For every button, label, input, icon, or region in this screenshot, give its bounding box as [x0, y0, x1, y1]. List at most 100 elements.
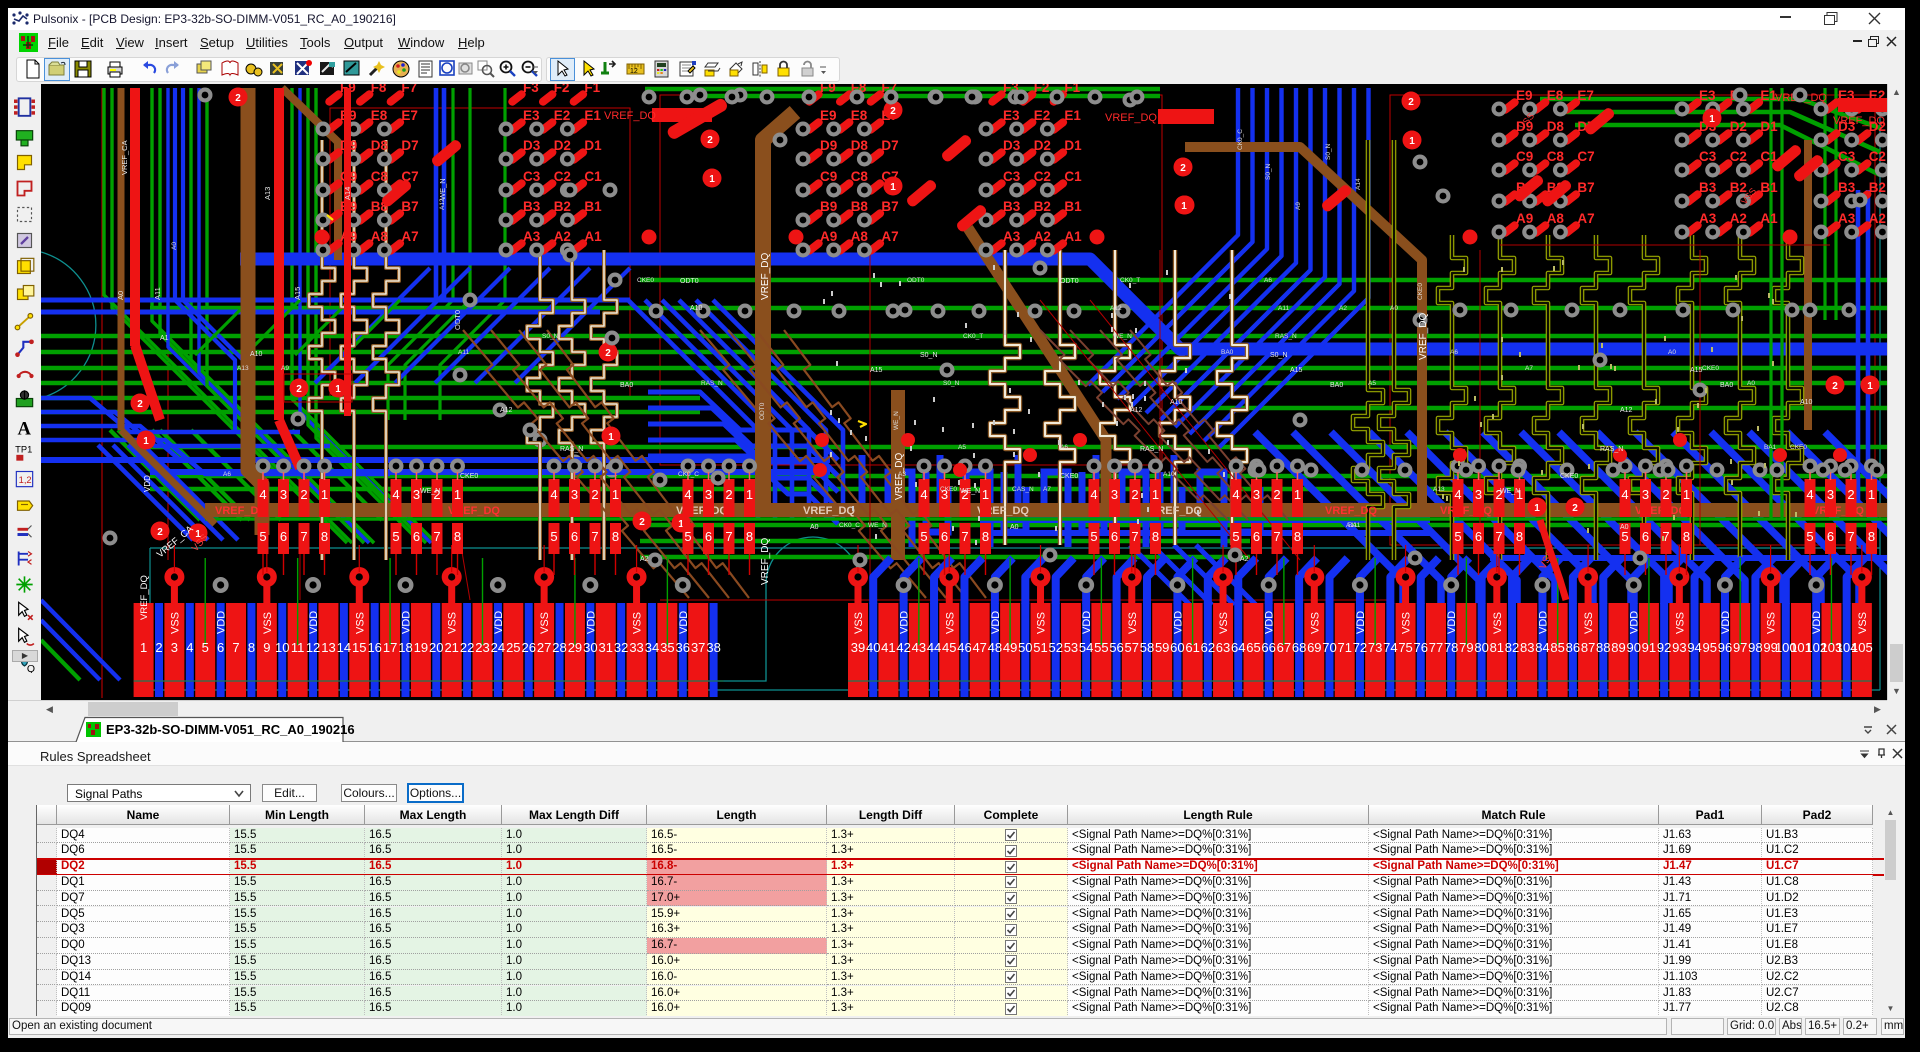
svg-text:VSS: VSS [1492, 612, 1504, 634]
svg-text:2: 2 [235, 93, 241, 104]
svg-text:D3: D3 [523, 138, 541, 153]
svg-text:33: 33 [629, 640, 643, 655]
svg-text:6: 6 [941, 529, 948, 544]
svg-text:VDD: VDD [1355, 611, 1367, 634]
svg-text:A11: A11 [1278, 305, 1289, 312]
svg-text:E2: E2 [554, 108, 571, 123]
svg-text:ODT0: ODT0 [453, 310, 462, 330]
svg-text:83: 83 [1520, 640, 1534, 655]
svg-text:2: 2 [1408, 97, 1414, 108]
svg-text:5: 5 [550, 529, 557, 544]
svg-text:5: 5 [1454, 529, 1461, 544]
svg-text:86: 86 [1566, 640, 1580, 655]
svg-text:BA0: BA0 [1720, 382, 1733, 389]
svg-text:82: 82 [1505, 640, 1519, 655]
svg-text:2: 2 [1847, 487, 1854, 502]
svg-text:A5: A5 [1368, 380, 1376, 387]
svg-text:85: 85 [1550, 640, 1564, 655]
svg-text:28: 28 [552, 640, 566, 655]
svg-text:A12: A12 [439, 198, 446, 210]
svg-text:44: 44 [927, 640, 941, 655]
svg-text:68: 68 [1292, 640, 1306, 655]
svg-text:54: 54 [1079, 640, 1093, 655]
svg-text:F2: F2 [554, 84, 570, 95]
svg-text:1: 1 [1709, 114, 1715, 125]
svg-text:CKE0: CKE0 [460, 473, 478, 480]
svg-text:1: 1 [1867, 381, 1873, 392]
svg-text:E1: E1 [1064, 108, 1081, 123]
svg-text:8: 8 [321, 529, 328, 544]
svg-text:A14: A14 [343, 187, 352, 200]
svg-text:2: 2 [639, 517, 645, 528]
svg-text:A2: A2 [554, 229, 571, 244]
svg-text:A12: A12 [500, 407, 513, 414]
svg-text:B1: B1 [1760, 180, 1778, 195]
svg-text:CKE0: CKE0 [940, 486, 957, 493]
svg-text:8: 8 [982, 529, 989, 544]
svg-text:B3: B3 [1838, 180, 1856, 195]
svg-text:60: 60 [1170, 640, 1184, 655]
svg-text:57: 57 [1125, 640, 1139, 655]
svg-text:A0: A0 [1620, 524, 1629, 531]
svg-text:RAS_N: RAS_N [1275, 333, 1297, 340]
svg-text:VREF_DQ: VREF_DQ [1418, 313, 1429, 360]
svg-text:B3: B3 [1003, 199, 1021, 214]
svg-text:S0_N: S0_N [1265, 163, 1272, 180]
svg-text:VDD: VDD [1537, 611, 1549, 634]
svg-text:7: 7 [1273, 529, 1280, 544]
svg-text:F2: F2 [1034, 84, 1050, 95]
svg-text:7: 7 [591, 529, 598, 544]
svg-text:A0: A0 [116, 291, 125, 300]
svg-text:1: 1 [143, 436, 149, 447]
svg-text:4: 4 [1806, 487, 1813, 502]
svg-text:12: 12 [306, 640, 320, 655]
svg-text:S0_N: S0_N [1325, 143, 1332, 160]
svg-text:VDD: VDD [216, 611, 228, 634]
svg-text:8: 8 [1683, 529, 1690, 544]
svg-text:A0: A0 [1668, 349, 1676, 356]
svg-text:10: 10 [275, 640, 289, 655]
svg-text:D3: D3 [1003, 138, 1021, 153]
svg-text:E9: E9 [820, 108, 837, 123]
svg-text:ODT0: ODT0 [759, 402, 766, 420]
svg-text:A9: A9 [1295, 202, 1302, 210]
svg-text:17: 17 [383, 640, 397, 655]
svg-text:8: 8 [1516, 529, 1523, 544]
svg-text:38: 38 [706, 640, 720, 655]
svg-text:C2: C2 [1869, 149, 1886, 164]
svg-text:VSS: VSS [853, 612, 865, 634]
svg-text:8: 8 [612, 529, 619, 544]
svg-text:20: 20 [429, 640, 443, 655]
svg-text:D2: D2 [1730, 119, 1747, 134]
svg-text:B2: B2 [1034, 199, 1051, 214]
svg-text:S0_N: S0_N [542, 333, 559, 340]
svg-text:79: 79 [1459, 640, 1473, 655]
svg-text:61: 61 [1185, 640, 1199, 655]
svg-text:5: 5 [1232, 529, 1239, 544]
svg-text:18: 18 [398, 640, 412, 655]
svg-text:26: 26 [521, 640, 535, 655]
svg-text:C9: C9 [820, 169, 837, 184]
svg-text:A6: A6 [1060, 444, 1068, 451]
svg-text:WE_N: WE_N [438, 178, 447, 200]
svg-text:VREF_DQ: VREF_DQ [803, 505, 855, 517]
svg-text:A10: A10 [1163, 471, 1175, 478]
svg-text:46: 46 [957, 640, 971, 655]
svg-text:4: 4 [1232, 487, 1239, 502]
svg-text:WE_N: WE_N [893, 411, 900, 430]
svg-text:VREF_DQ: VREF_DQ [1812, 505, 1864, 517]
svg-text:CKE0: CKE0 [1790, 444, 1807, 451]
svg-text:2: 2 [137, 399, 143, 410]
svg-text:1,2: 1,2 [19, 475, 32, 485]
svg-text:WE_N: WE_N [868, 522, 887, 529]
svg-text:3: 3 [1111, 487, 1118, 502]
svg-text:2: 2 [296, 384, 302, 395]
svg-text:B7: B7 [401, 199, 418, 214]
svg-text:WE_N: WE_N [1500, 488, 1520, 495]
svg-text:A0: A0 [1747, 380, 1755, 387]
svg-text:VDD: VDD [1446, 611, 1458, 634]
svg-text:A3: A3 [1838, 211, 1856, 226]
svg-text:ODT0: ODT0 [680, 278, 699, 285]
svg-text:E3: E3 [523, 108, 540, 123]
svg-text:4: 4 [684, 487, 691, 502]
